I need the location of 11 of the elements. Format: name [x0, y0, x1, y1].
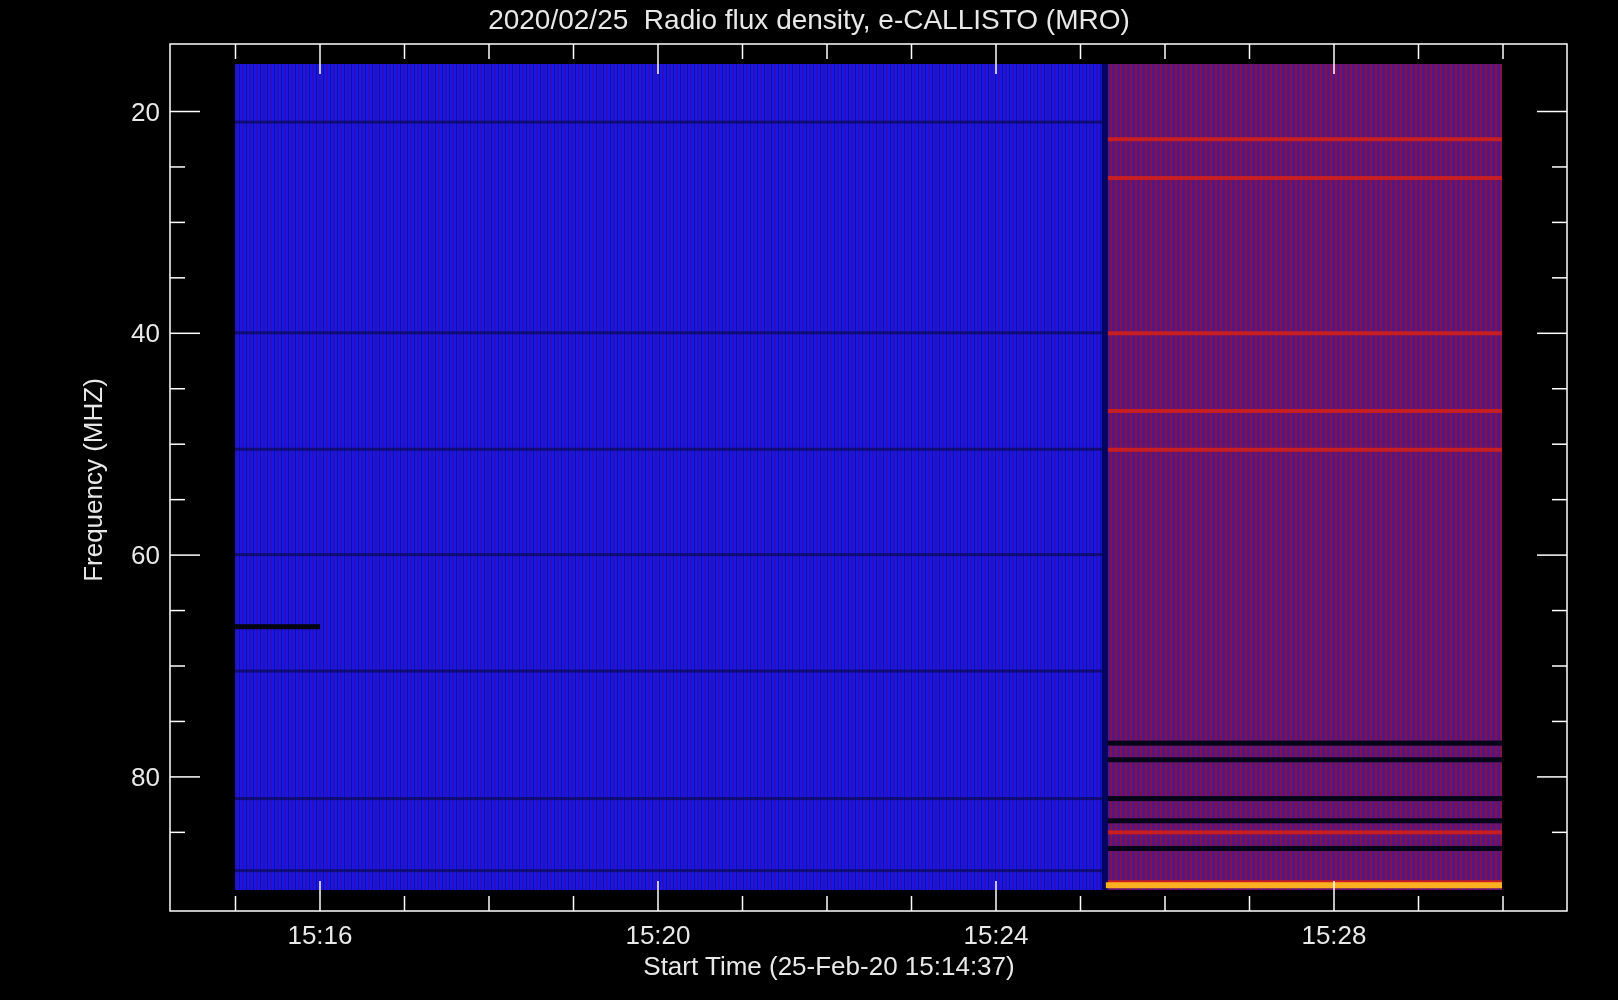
x-tick-label: 15:20 — [624, 920, 692, 950]
x-tick-label: 15:24 — [962, 920, 1030, 950]
chart-title: 2020/02/25 Radio flux density, e-CALLISTO (MRO) — [487, 3, 1131, 37]
y-axis-label: Frequency (MHZ) — [78, 378, 108, 582]
y-tick-label: 60 — [130, 540, 160, 571]
y-tick-label: 80 — [130, 761, 160, 792]
x-tick-label: 15:16 — [286, 920, 354, 950]
y-tick-label: 20 — [130, 96, 160, 127]
y-tick-label: 40 — [130, 318, 160, 349]
x-axis-label: Start Time (25-Feb-20 15:14:37) — [642, 951, 1016, 981]
x-tick-label: 15:28 — [1300, 920, 1368, 950]
